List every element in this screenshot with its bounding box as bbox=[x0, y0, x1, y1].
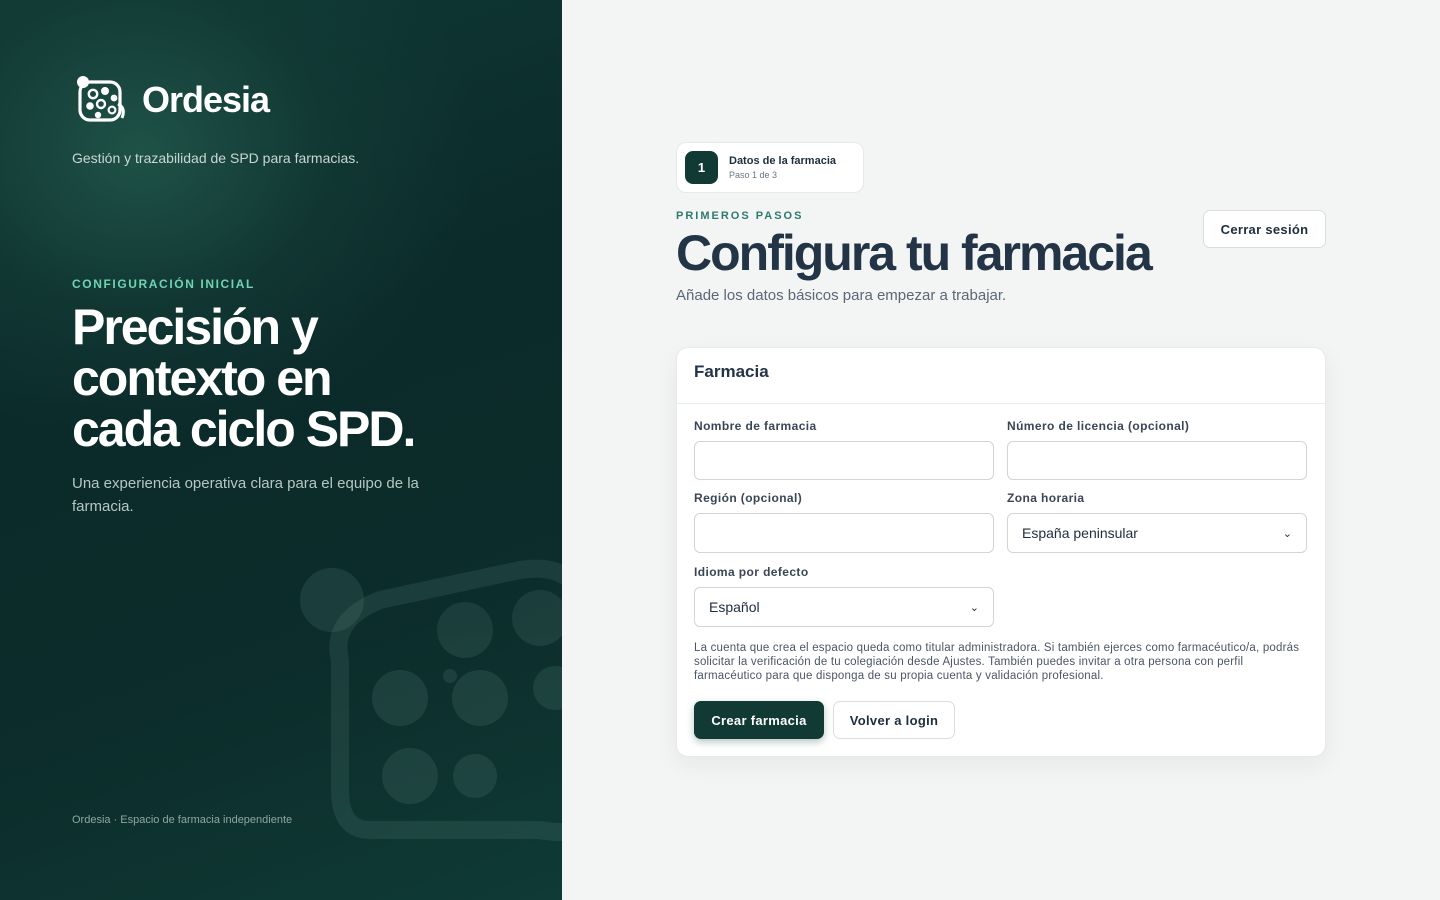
chevron-down-icon: ⌄ bbox=[1282, 527, 1292, 540]
language-label: Idioma por defecto bbox=[694, 565, 809, 579]
step-subtitle: Paso 1 de 3 bbox=[729, 170, 778, 180]
hero-heading: Precisión y contexto en cada ciclo SPD. bbox=[72, 302, 502, 455]
pharmacy-form-card: Farmacia Nombre de farmacia Número de li… bbox=[676, 347, 1326, 757]
brand-footer: Ordesia · Espacio de farmacia independie… bbox=[72, 814, 293, 826]
license-number-label: Número de licencia (opcional) bbox=[1007, 419, 1190, 433]
step-text: Datos de la farmacia Paso 1 de 3 bbox=[729, 155, 836, 180]
language-select[interactable]: Español ⌄ bbox=[694, 587, 994, 627]
page-subtitle: Añade los datos básicos para empezar a t… bbox=[676, 287, 1007, 304]
region-field: Región (opcional) bbox=[694, 491, 994, 553]
hero-subtitle: Una experiencia operativa clara para el … bbox=[72, 475, 419, 515]
brand-panel: Ordesia Gestión y trazabilidad de SPD pa… bbox=[0, 0, 562, 900]
language-selected-value: Español bbox=[709, 599, 760, 615]
back-to-login-button[interactable]: Volver a login bbox=[833, 701, 955, 739]
pill-organizer-watermark-icon bbox=[300, 559, 562, 841]
timezone-field: Zona horaria España peninsular ⌄ bbox=[1007, 491, 1307, 553]
hero-line: cada ciclo SPD. bbox=[72, 401, 416, 457]
brand-tagline: Gestión y trazabilidad de SPD para farma… bbox=[72, 150, 360, 166]
page-eyebrow: PRIMEROS PASOS bbox=[676, 210, 804, 222]
pharmacy-name-label: Nombre de farmacia bbox=[694, 419, 817, 433]
logout-button[interactable]: Cerrar sesión bbox=[1203, 210, 1326, 248]
timezone-select[interactable]: España peninsular ⌄ bbox=[1007, 513, 1307, 553]
pharmacy-name-field: Nombre de farmacia bbox=[694, 419, 994, 480]
setup-eyebrow: CONFIGURACIÓN INICIAL bbox=[72, 277, 255, 291]
card-title: Farmacia bbox=[677, 348, 1325, 404]
hero-line: contexto en bbox=[72, 350, 333, 406]
language-field: Idioma por defecto Español ⌄ bbox=[694, 565, 994, 627]
hero-line: Precisión y bbox=[72, 299, 319, 355]
step-number: 1 bbox=[685, 151, 718, 184]
brand-name: Ordesia bbox=[142, 79, 270, 120]
region-label: Región (opcional) bbox=[694, 491, 803, 505]
create-pharmacy-button[interactable]: Crear farmacia bbox=[694, 701, 824, 739]
onboarding-panel: 1 Datos de la farmacia Paso 1 de 3 PRIME… bbox=[562, 0, 1440, 900]
pharmacy-name-input[interactable] bbox=[694, 441, 994, 480]
pill-organizer-icon bbox=[77, 76, 125, 122]
timezone-label: Zona horaria bbox=[1007, 491, 1085, 505]
ownership-note: La cuenta que crea el espacio queda como… bbox=[694, 642, 1300, 682]
license-number-field: Número de licencia (opcional) bbox=[1007, 419, 1307, 480]
timezone-selected-value: España peninsular bbox=[1022, 525, 1138, 541]
region-input[interactable] bbox=[694, 513, 994, 553]
step-title: Datos de la farmacia bbox=[729, 155, 836, 167]
step-indicator: 1 Datos de la farmacia Paso 1 de 3 bbox=[676, 142, 864, 193]
page-title: Configura tu farmacia bbox=[676, 225, 1153, 281]
brand-logo: Ordesia bbox=[74, 74, 270, 126]
license-number-input[interactable] bbox=[1007, 441, 1307, 480]
chevron-down-icon: ⌄ bbox=[969, 601, 979, 614]
